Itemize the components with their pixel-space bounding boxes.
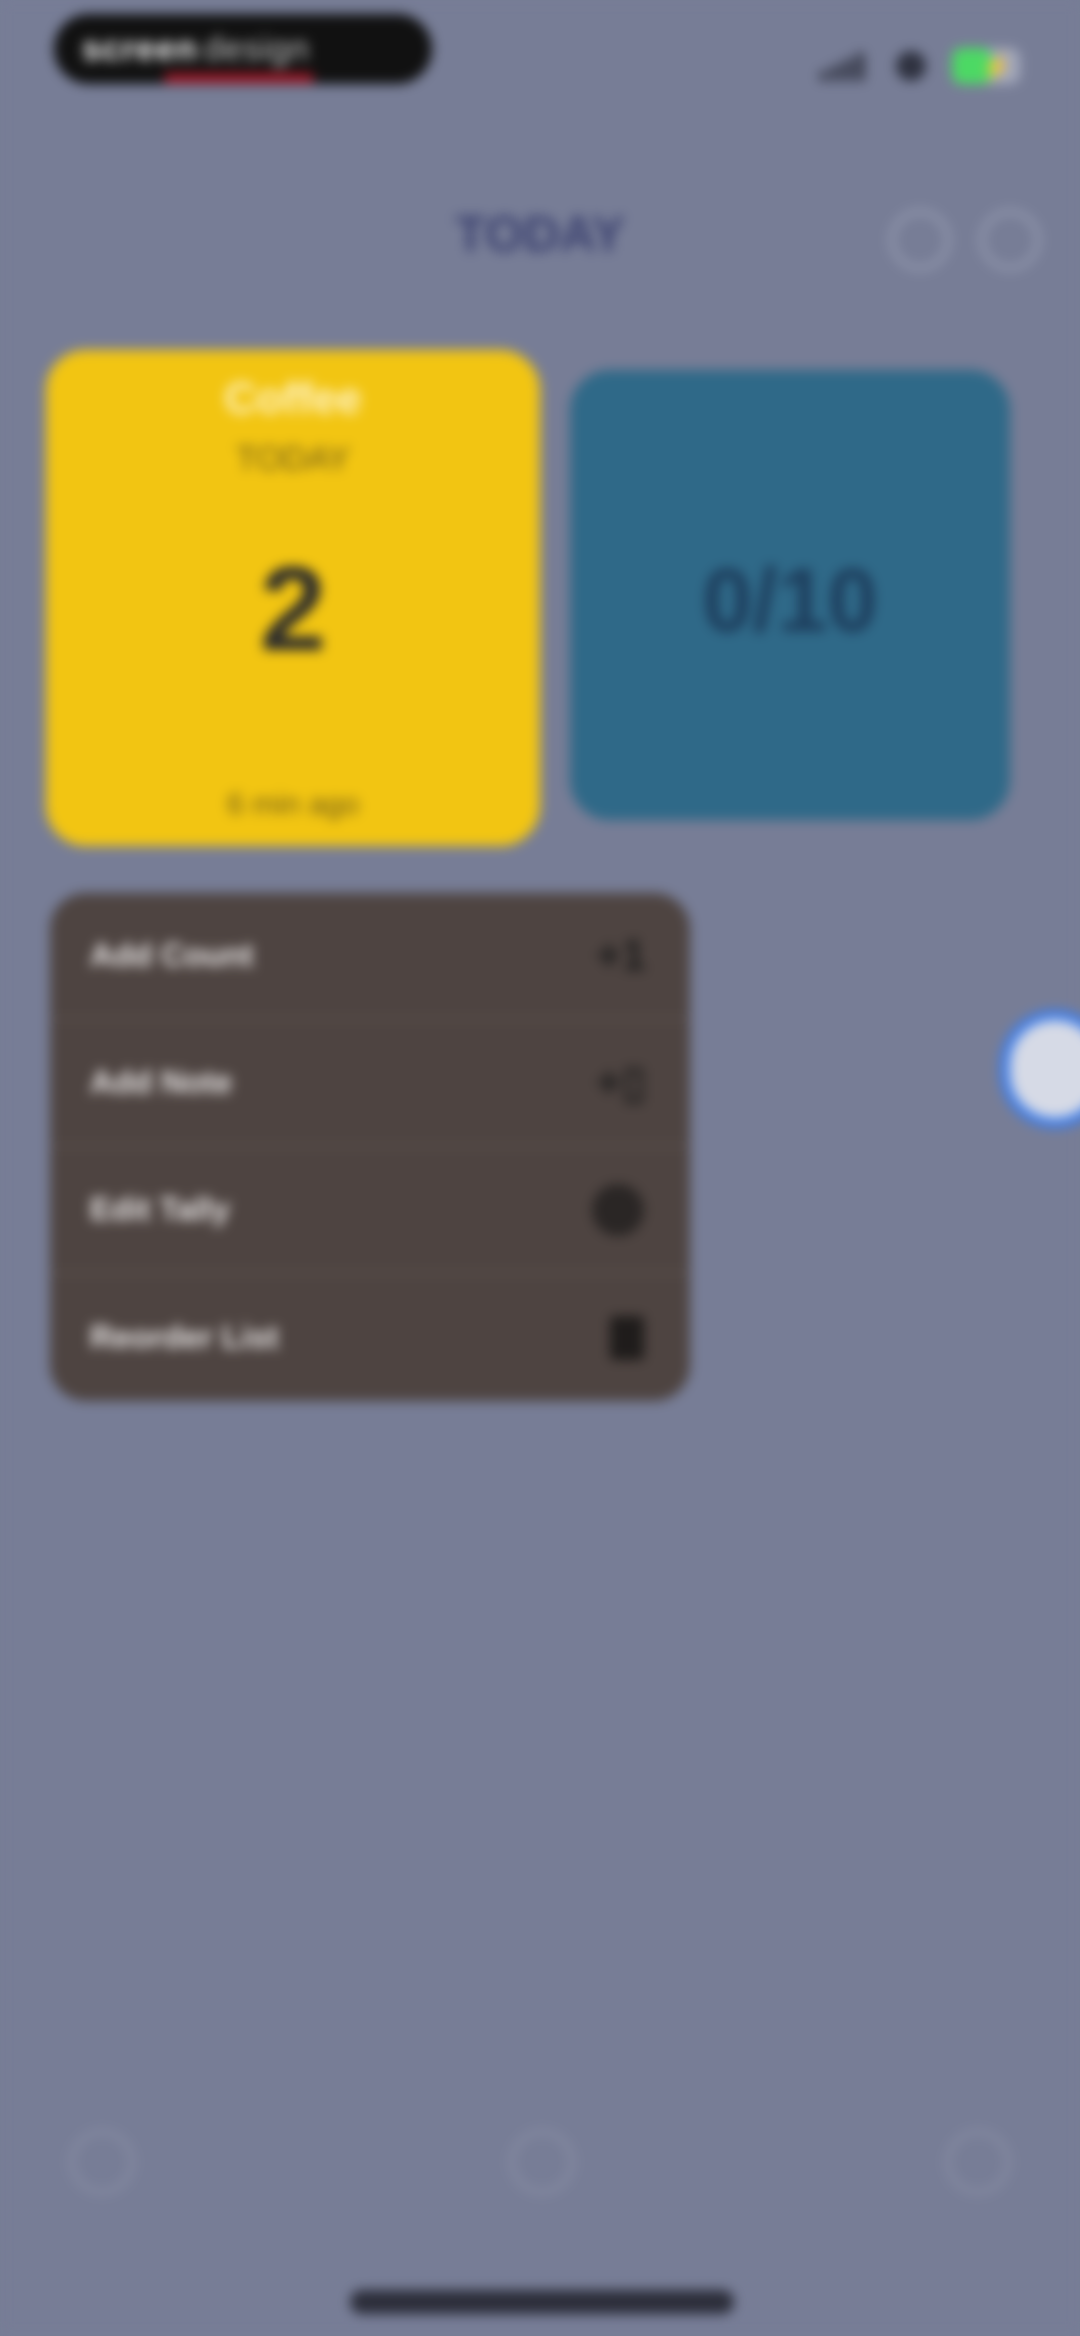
tally-last-updated: 6 min ago xyxy=(227,788,359,821)
plus-one-icon: +1 xyxy=(595,930,647,980)
menu-item-reorder-list[interactable]: Reorder List xyxy=(50,1274,690,1401)
add-note-icon: +▯ xyxy=(596,1058,646,1107)
recorder-accent-bar xyxy=(164,74,314,82)
menu-item-label: Reorder List xyxy=(90,1319,279,1355)
context-menu: Add Count +1 Add Note +▯ Edit Tally Reor… xyxy=(50,893,690,1401)
tally-name: Coffee xyxy=(224,374,362,423)
left-nav-icon[interactable] xyxy=(70,2130,134,2194)
search-icon[interactable] xyxy=(890,210,950,270)
tally-card-coffee[interactable]: Coffee TODAY 2 6 min ago xyxy=(46,350,540,846)
menu-item-edit-tally[interactable]: Edit Tally xyxy=(50,1147,690,1274)
floating-side-handle[interactable] xyxy=(1000,1010,1080,1128)
tally-card-second[interactable]: 0/10 xyxy=(570,370,1010,820)
wifi-icon xyxy=(896,51,926,81)
tally-count: 0/10 xyxy=(702,551,878,651)
menu-item-add-note[interactable]: Add Note +▯ xyxy=(50,1020,690,1147)
trash-icon xyxy=(610,1315,644,1360)
signal-icon xyxy=(820,51,870,81)
menu-item-label: Add Count xyxy=(90,937,254,973)
menu-item-add-count[interactable]: Add Count +1 xyxy=(50,893,690,1020)
screen: screen design ⚡ TODAY Coffee TODAY 2 6 m… xyxy=(0,0,1080,2336)
menu-item-label: Edit Tally xyxy=(90,1191,230,1227)
tally-count: 2 xyxy=(259,542,327,676)
center-nav-icon[interactable] xyxy=(510,2130,574,2194)
screen-recorder-badge: screen design xyxy=(54,14,432,84)
menu-item-label: Add Note xyxy=(90,1064,233,1100)
battery-icon: ⚡ xyxy=(952,48,1020,84)
recorder-sub: design xyxy=(203,29,310,68)
right-nav-icon[interactable] xyxy=(946,2130,1010,2194)
recorder-label: screen xyxy=(82,29,198,68)
header-actions xyxy=(890,210,1040,270)
tally-period: TODAY xyxy=(236,440,350,478)
status-icons: ⚡ xyxy=(820,48,1020,84)
edit-icon xyxy=(592,1183,644,1236)
home-indicator[interactable] xyxy=(350,2290,734,2314)
settings-icon[interactable] xyxy=(980,210,1040,270)
